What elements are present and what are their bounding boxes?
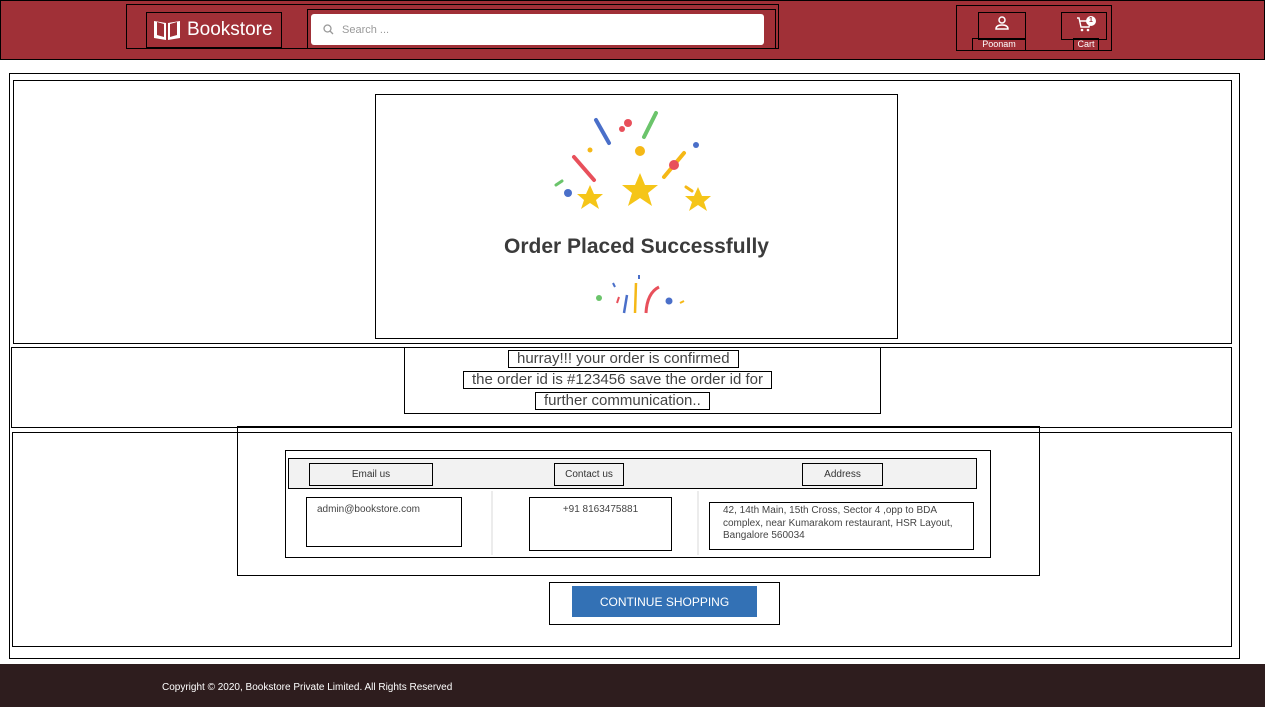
address-line-3: Bangalore 560034 [723, 530, 805, 541]
logo-text: Bookstore [187, 19, 273, 40]
address-line-1: 42, 14th Main, 15th Cross, Sector 4 ,opp… [723, 505, 938, 516]
address-line-2: complex, near Kumarakom restaurant, HSR … [723, 517, 953, 529]
cart-count-badge: 1 [1086, 16, 1096, 26]
logo[interactable]: Bookstore [146, 12, 282, 48]
message-line-2: the order id is #123456 save the order i… [463, 371, 773, 389]
cart-label[interactable]: Cart [1073, 38, 1099, 51]
celebration-card: Order Placed Successfully [375, 94, 898, 339]
message-line-1: hurray!!! your order is confirmed [508, 350, 739, 368]
email-cell[interactable]: admin@bookstore.com [306, 497, 462, 547]
copyright-text: Copyright © 2020, Bookstore Private Limi… [162, 682, 453, 693]
search-icon [323, 24, 334, 35]
phone-cell[interactable]: +91 8163475881 [529, 497, 672, 551]
profile-label[interactable]: Poonam [972, 38, 1026, 51]
order-success-title: Order Placed Successfully [504, 235, 769, 258]
person-icon [995, 16, 1009, 30]
header-contact: Contact us [554, 463, 624, 486]
cart-button[interactable] [1061, 12, 1107, 40]
column-divider [491, 491, 493, 555]
search-bar[interactable] [311, 14, 764, 45]
book-icon [154, 21, 180, 40]
column-divider [697, 491, 699, 555]
address-cell: 42, 14th Main, 15th Cross, Sector 4 ,opp… [709, 502, 974, 550]
header-email: Email us [309, 463, 433, 486]
sparkle-icon [596, 275, 685, 314]
continue-shopping-button[interactable]: CONTINUE SHOPPING [572, 586, 757, 617]
confetti-icon [554, 111, 711, 211]
search-input[interactable] [342, 23, 742, 36]
message-line-3: further communication.. [535, 392, 710, 410]
header-address: Address [802, 463, 883, 486]
footer: Copyright © 2020, Bookstore Private Limi… [0, 664, 1265, 707]
profile-button[interactable] [978, 12, 1026, 40]
